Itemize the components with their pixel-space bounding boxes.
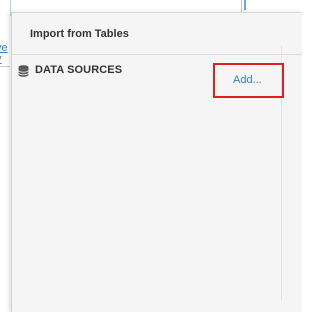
data-sources-header: DATA SOURCES bbox=[18, 62, 122, 78]
background-scrollbar-fragment bbox=[244, 0, 246, 10]
background-rule bbox=[0, 66, 10, 67]
panel-title: Import from Tables bbox=[30, 27, 129, 40]
database-icon bbox=[18, 64, 29, 77]
panel-header: Import from Tables bbox=[12, 13, 302, 55]
data-sources-label: DATA SOURCES bbox=[35, 64, 123, 76]
stage: ve v Import from Tables DATA SOURCES Add… bbox=[0, 0, 302, 312]
import-panel: Import from Tables bbox=[11, 12, 302, 312]
background-link[interactable]: v bbox=[0, 53, 10, 65]
highlight-box bbox=[213, 63, 284, 98]
